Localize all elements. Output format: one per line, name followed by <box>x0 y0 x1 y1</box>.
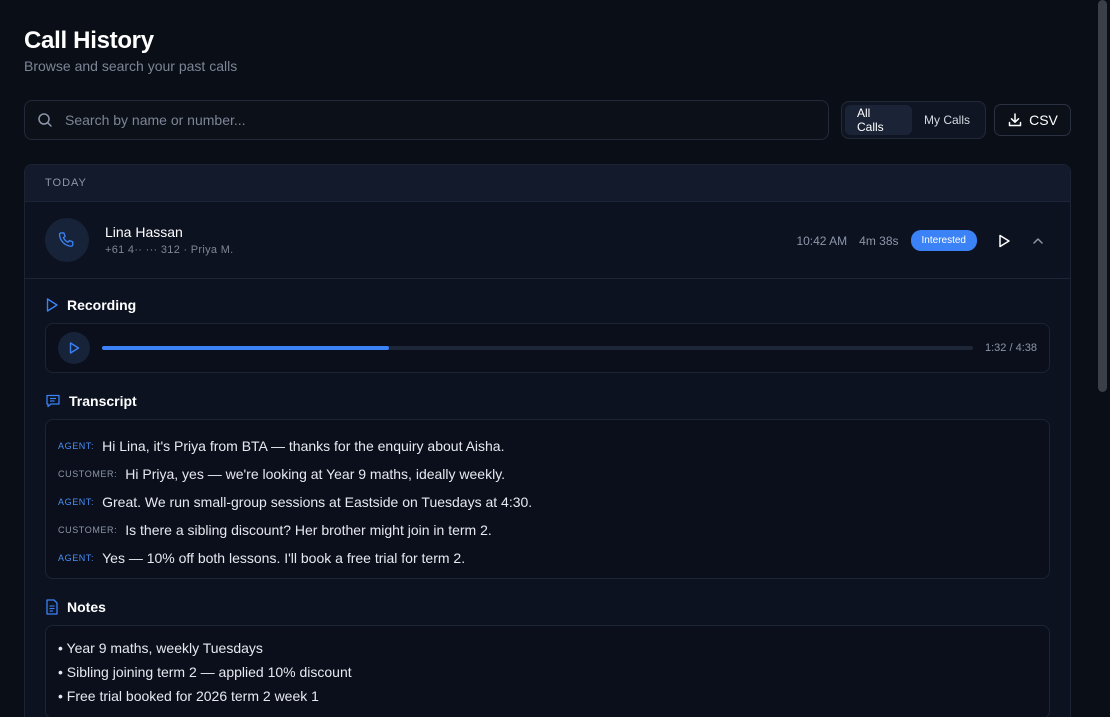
search-icon <box>37 112 53 128</box>
transcript-text: Hi Lina, it's Priya from BTA — thanks fo… <box>102 438 505 454</box>
search-input[interactable] <box>65 112 828 128</box>
export-csv-button[interactable]: CSV <box>994 104 1071 136</box>
notes-heading: Notes <box>25 599 1070 615</box>
play-icon <box>69 342 80 354</box>
phone-icon <box>57 230 77 250</box>
scrollbar-thumb[interactable] <box>1098 0 1107 392</box>
status-badge: Interested <box>910 230 977 251</box>
page-title: Call History <box>24 27 154 54</box>
group-header-today: TODAY <box>25 165 1070 202</box>
download-icon <box>1007 112 1023 128</box>
call-avatar <box>45 218 89 262</box>
call-row[interactable]: Lina Hassan +61 4·· ··· 312 · Priya M. 1… <box>25 202 1070 279</box>
caller-name: Lina Hassan <box>105 224 183 240</box>
note-item: • Year 9 maths, weekly Tuesdays <box>58 640 263 656</box>
transcript-heading: Transcript <box>25 393 1070 409</box>
document-icon <box>45 599 59 615</box>
chat-icon <box>45 393 61 409</box>
recording-heading-label: Recording <box>67 297 137 313</box>
caller-meta: +61 4·· ··· 312 · Priya M. <box>105 244 234 256</box>
player-time: 1:32 / 4:38 <box>985 342 1037 354</box>
progress-track[interactable] <box>102 346 973 350</box>
speaker-label: AGENT: <box>58 553 95 563</box>
filter-my-calls[interactable]: My Calls <box>912 105 982 135</box>
play-button[interactable] <box>992 229 1016 253</box>
recording-heading: Recording <box>25 297 1070 313</box>
speaker-label: CUSTOMER: <box>58 469 118 479</box>
caller-info: Lina Hassan +61 4·· ··· 312 · Priya M. <box>105 224 234 256</box>
transcript-line: CUSTOMER: Hi Priya, yes — we're looking a… <box>58 460 1037 488</box>
transcript-text: Great. We run small-group sessions at Ea… <box>102 494 533 510</box>
export-csv-label: CSV <box>1029 112 1058 128</box>
transcript-heading-label: Transcript <box>69 393 137 409</box>
call-row-actions: 10:42 AM 4m 38s Interested <box>796 202 1050 279</box>
call-filter-toggle: All Calls My Calls <box>841 101 986 139</box>
page-scrollbar[interactable] <box>1095 0 1110 717</box>
call-duration: 4m 38s <box>859 233 899 248</box>
page-subtitle: Browse and search your past calls <box>24 58 238 74</box>
speaker-label: CUSTOMER: <box>58 525 118 535</box>
call-time: 10:42 AM <box>796 233 848 248</box>
transcript-line: CUSTOMER: Is there a sibling discount? He… <box>58 516 1037 544</box>
collapse-button[interactable] <box>1026 229 1050 253</box>
note-item: • Sibling joining term 2 — applied 10% d… <box>58 664 352 680</box>
transcript-box: AGENT: Hi Lina, it's Priya from BTA — tha… <box>45 419 1050 579</box>
chevron-up-icon <box>1033 237 1043 244</box>
play-icon <box>999 234 1010 247</box>
speaker-label: AGENT: <box>58 497 95 507</box>
play-outline-icon <box>45 298 59 312</box>
transcript-line: AGENT: Great. We run small-group sessions… <box>58 488 1037 516</box>
note-item: • Free trial booked for 2026 term 2 week… <box>58 688 319 704</box>
search-box[interactable] <box>24 100 829 140</box>
transcript-text: Is there a sibling discount? Her brother… <box>125 522 492 538</box>
audio-player: 1:32 / 4:38 <box>45 323 1050 373</box>
player-play-button[interactable] <box>58 332 90 364</box>
speaker-label: AGENT: <box>58 441 95 451</box>
progress-fill <box>102 346 390 350</box>
notes-heading-label: Notes <box>67 599 106 615</box>
notes-box: • Year 9 maths, weekly Tuesdays • Sibling… <box>45 625 1050 717</box>
transcript-line: AGENT: Yes — 10% off both lessons. I'll b… <box>58 544 1037 572</box>
transcript-line: AGENT: Hi Lina, it's Priya from BTA — tha… <box>58 432 1037 460</box>
transcript-text: Hi Priya, yes — we're looking at Year 9 … <box>125 466 506 482</box>
filter-all-calls[interactable]: All Calls <box>845 105 912 135</box>
call-list: TODAY Lina Hassan +61 4·· ··· 312 · Priy… <box>24 164 1071 717</box>
transcript-text: Yes — 10% off both lessons. I'll book a … <box>102 550 466 566</box>
